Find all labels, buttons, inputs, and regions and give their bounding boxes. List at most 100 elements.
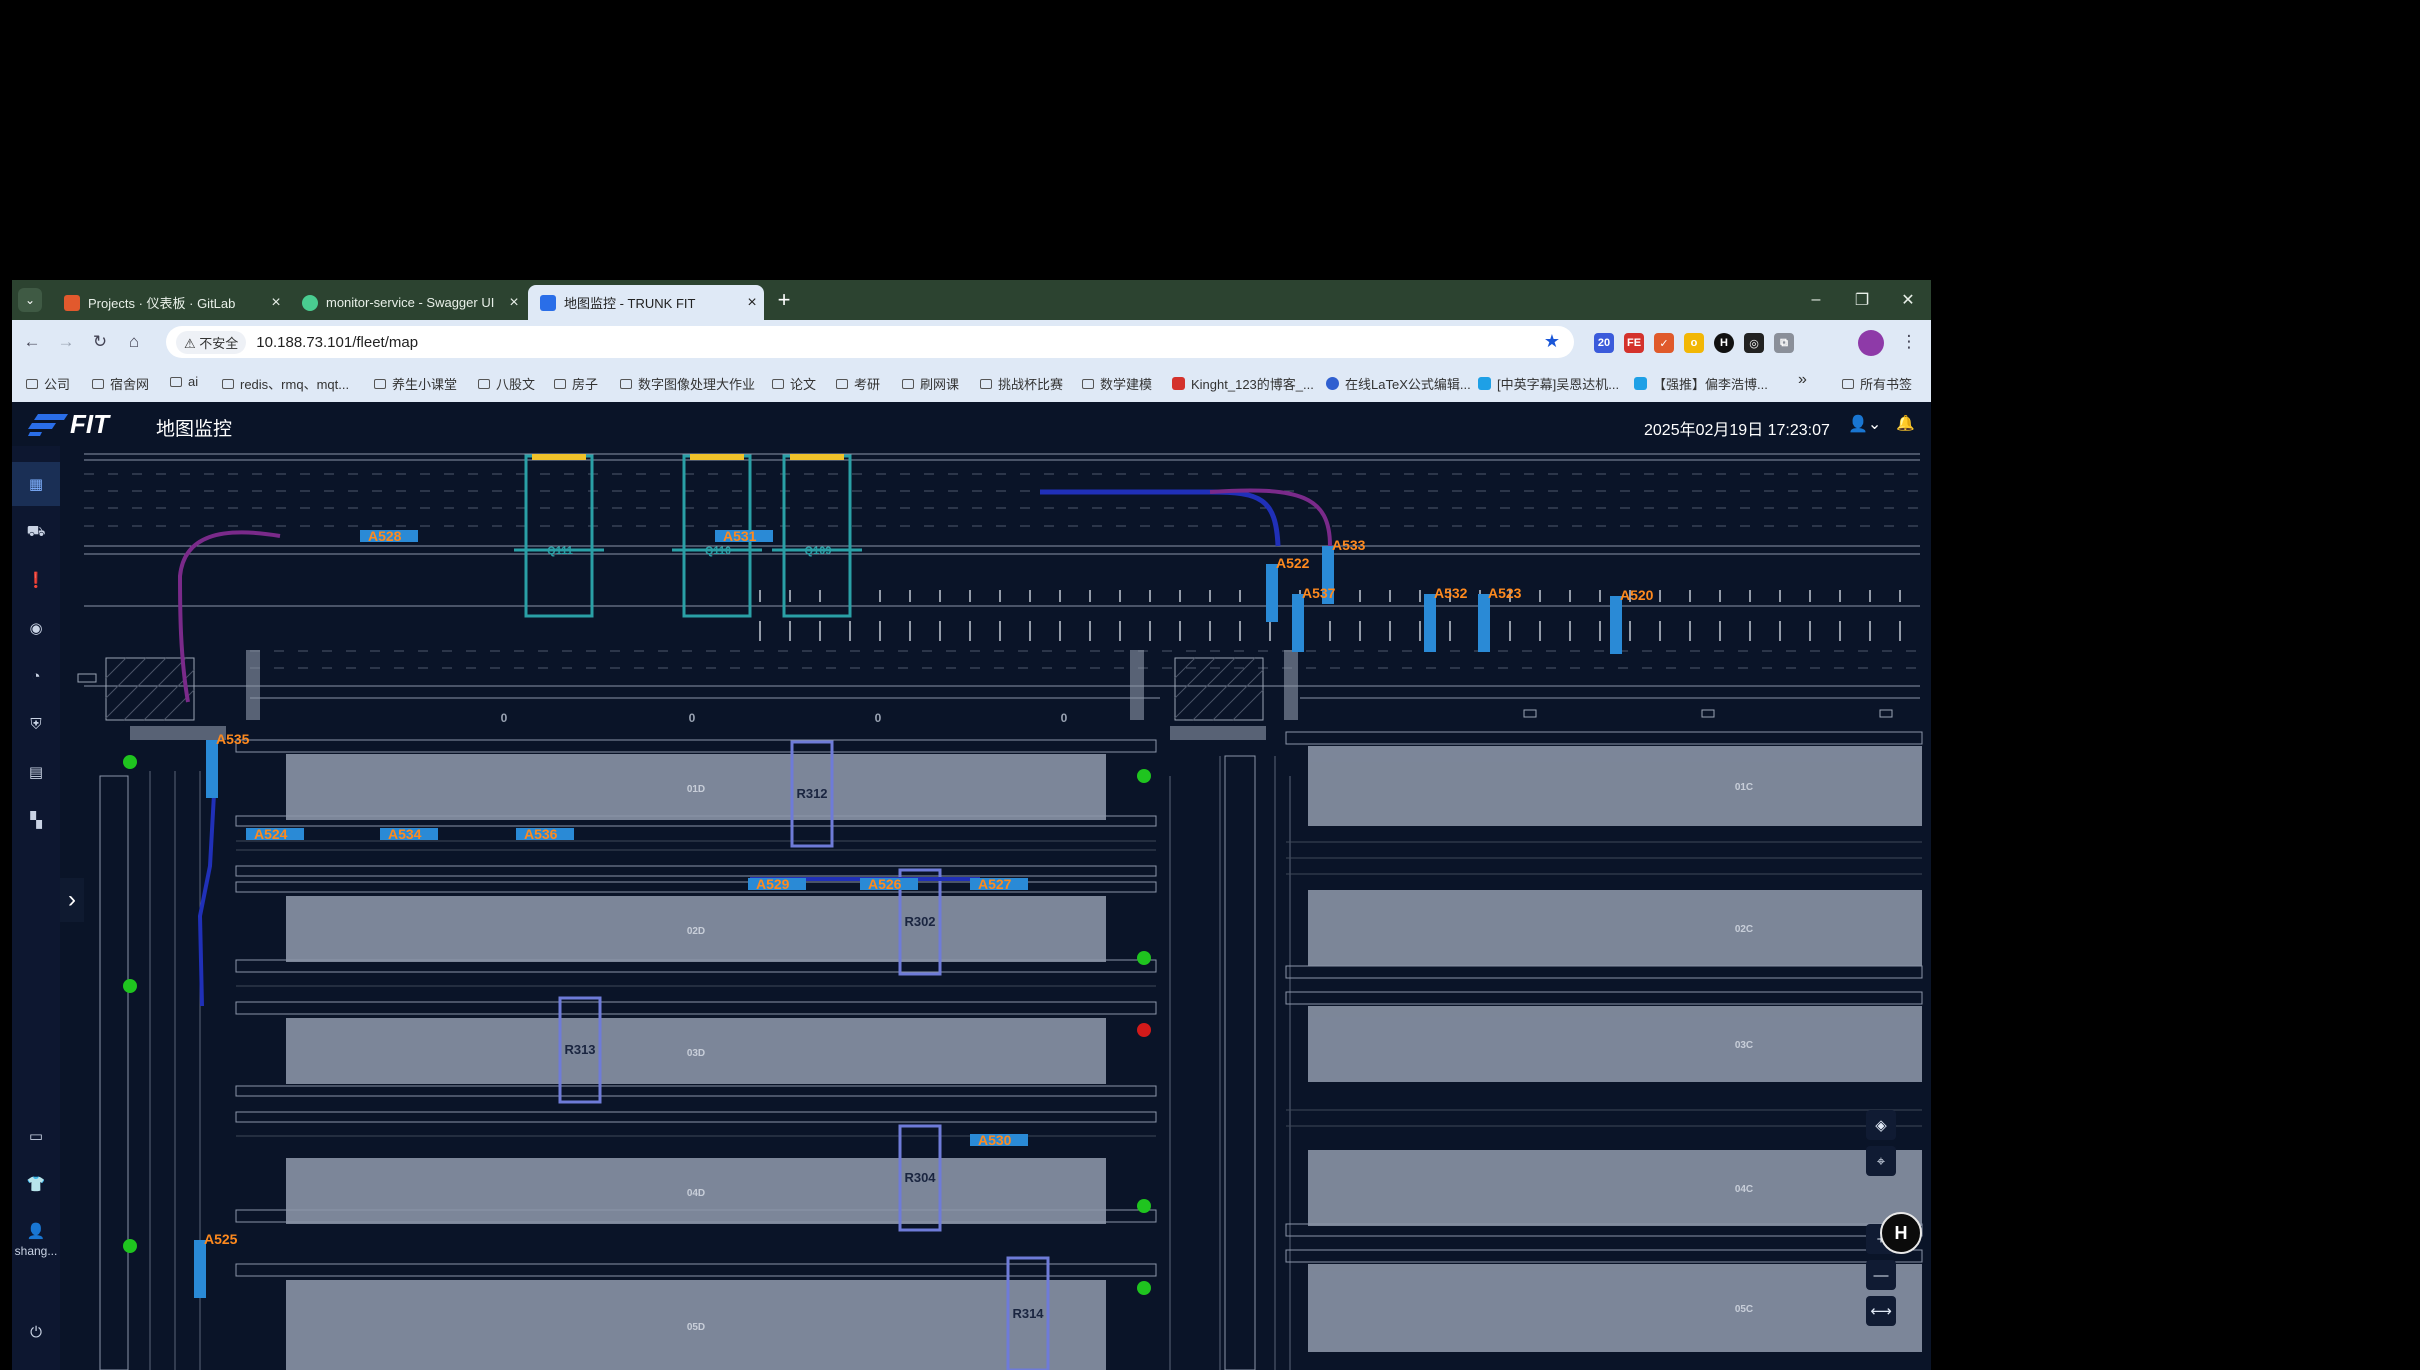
vehicle-marker[interactable]: A525 xyxy=(194,1231,238,1298)
bookmark-folder[interactable]: 数学建模 xyxy=(1082,374,1152,393)
vehicle-marker[interactable]: A526 xyxy=(860,876,918,892)
tab-swagger[interactable]: monitor-service - Swagger UI × xyxy=(290,285,526,320)
sidebar-item-stats[interactable]: ◔ xyxy=(12,654,60,698)
status-dot[interactable] xyxy=(123,755,137,769)
bookmark-folder[interactable]: 八股文 xyxy=(478,374,535,393)
sidebar-item-dashboard[interactable]: ▚ xyxy=(12,798,60,842)
vehicle-marker[interactable]: A524 xyxy=(246,826,304,842)
extension-icon[interactable]: FE xyxy=(1624,333,1644,353)
sidebar-item-security[interactable]: ⛨ xyxy=(12,702,60,746)
locate-button[interactable]: ⌖ xyxy=(1866,1146,1896,1176)
rtg-label: R304 xyxy=(904,1170,936,1185)
vehicle-body[interactable] xyxy=(1478,594,1490,652)
extension-icon[interactable]: H xyxy=(1714,333,1734,353)
close-icon[interactable]: × xyxy=(502,294,526,312)
extension-icon[interactable]: ✓ xyxy=(1654,333,1674,353)
status-dot[interactable] xyxy=(1137,951,1151,965)
vehicle-body[interactable] xyxy=(1610,596,1622,654)
bookmark-folder[interactable]: 房子 xyxy=(554,374,598,393)
bell-icon[interactable]: 🔔 xyxy=(1896,414,1915,432)
close-window-button[interactable]: ✕ xyxy=(1885,280,1931,320)
bookmark-folder[interactable]: 养生小课堂 xyxy=(374,374,457,393)
security-indicator[interactable]: ⚠ 不安全 xyxy=(176,330,247,354)
vehicle-body[interactable] xyxy=(1266,564,1278,622)
home-icon[interactable]: ⌂ xyxy=(122,330,146,354)
vehicle-marker[interactable]: A536 xyxy=(516,826,574,842)
minimize-button[interactable]: – xyxy=(1793,280,1839,320)
tab-fleet-map[interactable]: 地图监控 - TRUNK FIT × xyxy=(528,285,764,320)
close-icon[interactable]: × xyxy=(740,294,764,312)
bookmark-folder[interactable]: 公司 xyxy=(26,374,70,393)
reload-button[interactable]: ↻ xyxy=(88,330,112,354)
all-bookmarks[interactable]: 所有书签 xyxy=(1842,374,1912,393)
status-dot[interactable] xyxy=(123,979,137,993)
vehicle-marker[interactable]: A530 xyxy=(970,1132,1028,1148)
status-dot[interactable] xyxy=(1137,1023,1151,1037)
status-dot[interactable] xyxy=(1137,769,1151,783)
fit-logo[interactable]: FIT xyxy=(28,409,109,439)
vehicle-body[interactable] xyxy=(1424,594,1436,652)
status-dot[interactable] xyxy=(1137,1281,1151,1295)
bookmark-folder[interactable]: 论文 xyxy=(772,374,816,393)
assistant-fab[interactable]: H xyxy=(1880,1212,1922,1254)
vehicle-marker[interactable]: A537 xyxy=(1292,585,1336,652)
layers-button[interactable]: ◈ xyxy=(1866,1110,1896,1140)
vehicle-body[interactable] xyxy=(194,1240,206,1298)
extensions-puzzle-icon[interactable]: ⧉ xyxy=(1774,333,1794,353)
vehicle-marker[interactable]: A520 xyxy=(1610,587,1654,654)
bookmark-folder[interactable]: 刷网课 xyxy=(902,374,959,393)
vehicle-marker[interactable]: A532 xyxy=(1424,585,1468,652)
vehicle-marker[interactable]: A527 xyxy=(970,876,1028,892)
extension-icon[interactable]: 20 xyxy=(1594,333,1614,353)
sidebar-item-reports[interactable]: ▤ xyxy=(12,750,60,794)
bookmark-site[interactable]: 在线LaTeX公式编辑... xyxy=(1326,374,1471,393)
status-dot[interactable] xyxy=(123,1239,137,1253)
vehicle-marker[interactable]: A534 xyxy=(380,826,438,842)
sidebar-item-logs[interactable]: ▭ xyxy=(12,1114,60,1158)
new-tab-button[interactable]: + xyxy=(772,287,796,312)
bookmarks-overflow[interactable]: » xyxy=(1798,371,1807,389)
vehicle-body[interactable] xyxy=(206,740,218,798)
zoom-out-button[interactable]: — xyxy=(1866,1260,1896,1290)
bookmark-folder[interactable]: redis、rmq、mqt... xyxy=(222,374,349,393)
vehicle-marker[interactable]: A528 xyxy=(360,528,418,544)
vehicle-marker[interactable]: A529 xyxy=(748,876,806,892)
close-icon[interactable]: × xyxy=(264,294,288,312)
sidebar-item-alerts[interactable]: ❗ xyxy=(12,558,60,602)
browser-menu-icon[interactable]: ⋮ xyxy=(1897,330,1921,354)
vehicle-marker[interactable]: A523 xyxy=(1478,585,1522,652)
vehicle-marker[interactable]: A531 xyxy=(715,528,773,544)
vehicle-marker[interactable]: A535 xyxy=(206,731,250,798)
user-menu-icon[interactable]: 👤⌄ xyxy=(1848,414,1881,434)
extension-icon[interactable]: o xyxy=(1684,333,1704,353)
sidebar-item-tasks[interactable]: ◉ xyxy=(12,606,60,650)
bookmark-star-icon[interactable]: ★ xyxy=(1544,331,1560,352)
fleet-map[interactable]: A528 A531 A522 A533 A537 A532 A523 A520 A535 A524… xyxy=(60,446,1931,1370)
maximize-button[interactable]: ❐ xyxy=(1839,280,1885,320)
sidebar-item-vehicles[interactable]: ⛟ xyxy=(12,510,60,554)
bookmark-folder[interactable]: ai xyxy=(170,374,198,389)
expand-panel-button[interactable]: › xyxy=(60,878,84,922)
bookmark-folder[interactable]: 数字图像处理大作业 xyxy=(620,374,755,393)
sidebar-item-map[interactable]: ▦ xyxy=(12,462,60,506)
back-button[interactable]: ← xyxy=(20,330,44,354)
fit-view-button[interactable]: ⟷ xyxy=(1866,1296,1896,1326)
tab-gitlab[interactable]: Projects · 仪表板 · GitLab × xyxy=(52,285,288,320)
bookmark-site[interactable]: 【强推】偏李浩博... xyxy=(1634,374,1768,393)
sidebar-user[interactable]: 👤 shang... xyxy=(12,1210,60,1270)
status-dot[interactable] xyxy=(1137,1199,1151,1213)
bookmark-site[interactable]: [中英字幕]吴恩达机... xyxy=(1478,374,1619,393)
tab-search-button[interactable]: ⌄ xyxy=(18,288,42,312)
bookmark-folder[interactable]: 挑战杯比赛 xyxy=(980,374,1063,393)
map-canvas[interactable]: A528 A531 A522 A533 A537 A532 A523 A520 A535 A524… xyxy=(60,446,1931,1370)
vehicle-body[interactable] xyxy=(1292,594,1304,652)
bookmark-folder[interactable]: 考研 xyxy=(836,374,880,393)
sidebar-item-theme[interactable]: 👕 xyxy=(12,1162,60,1206)
logout-button[interactable]: ⏻ xyxy=(12,1310,60,1354)
forward-button[interactable]: → xyxy=(54,330,78,354)
bookmark-site[interactable]: Kinght_123的博客_... xyxy=(1172,374,1314,393)
extension-icon[interactable]: ◎ xyxy=(1744,333,1764,353)
address-bar[interactable]: ⚠ 不安全 10.188.73.101/fleet/map ★ xyxy=(166,326,1574,358)
bookmark-folder[interactable]: 宿舍网 xyxy=(92,374,149,393)
profile-avatar[interactable] xyxy=(1858,330,1884,356)
